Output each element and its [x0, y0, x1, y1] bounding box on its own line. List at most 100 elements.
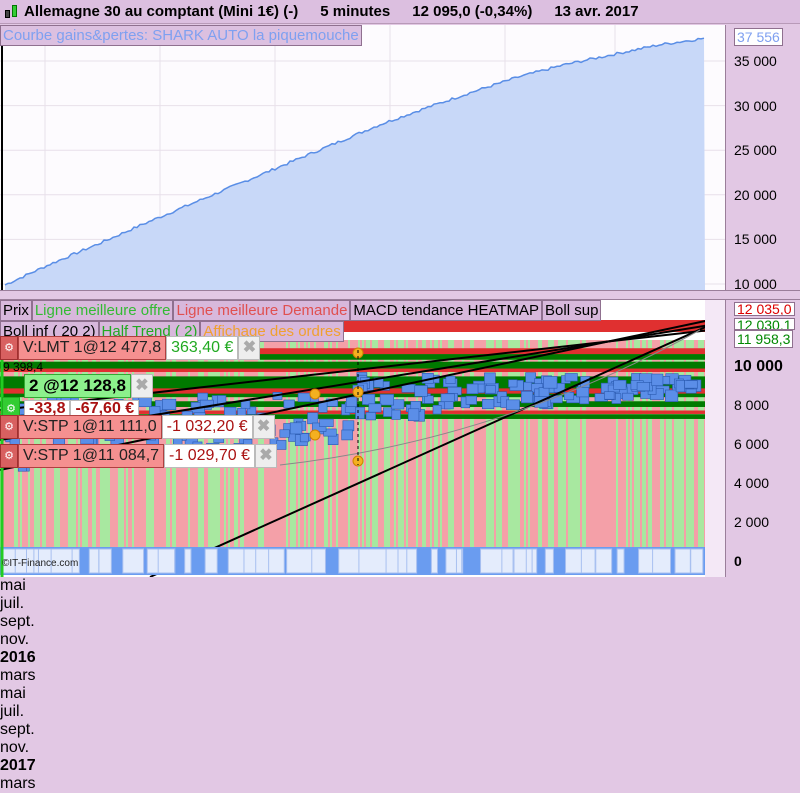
price-candle-box	[613, 379, 627, 390]
price-candle-box	[520, 390, 534, 404]
volume-label-box	[358, 548, 388, 574]
price-candle-box	[162, 398, 177, 411]
instrument-name: Allemagne 30 au comptant (Mini 1€) (-)	[24, 3, 299, 20]
price-candle-box	[197, 392, 208, 402]
volume-label-box	[311, 548, 326, 574]
last-price: 12 095,0 (-0,34%)	[412, 3, 533, 20]
gear-icon[interactable]: ⚙	[0, 444, 18, 468]
price-candle-box	[414, 385, 428, 397]
gear-icon[interactable]: ⚙	[0, 336, 18, 360]
volume-label-box	[525, 548, 533, 574]
price-candle-box	[684, 380, 698, 389]
right-margin	[705, 300, 725, 577]
order-row[interactable]: ⚙ V:STP 1@11 111,0 -1 032,20 € ✖	[0, 415, 275, 439]
price-candle-box	[299, 433, 309, 443]
volume-label-box	[268, 548, 285, 574]
price-candle-box	[445, 375, 456, 384]
price-candle-box	[345, 396, 358, 407]
close-icon[interactable]: ✖	[130, 374, 153, 398]
equity-chart	[0, 25, 725, 290]
volume-label-box	[157, 548, 176, 574]
price-candle-box	[440, 393, 455, 402]
volume-label-box	[184, 548, 192, 574]
indicator-legend-item[interactable]: Boll sup	[542, 300, 602, 321]
date-tick-label: juil.	[0, 595, 25, 612]
price-candle-box	[342, 420, 355, 432]
equity-y-axis[interactable]: 37 556 35 000 30 000 25 000 20 000 15 000 10 …	[725, 25, 800, 292]
bid-price-label: 12 030,1	[734, 318, 795, 330]
order-value: -1 029,70 €	[164, 444, 255, 468]
price-candle-box	[307, 412, 319, 425]
ask-price-label: 12 035,0	[734, 302, 795, 316]
indicator-legend-item[interactable]: MACD tendance HEATMAP	[350, 300, 543, 321]
date-tick-label: nov.	[0, 631, 30, 648]
price-candle-box	[508, 379, 518, 388]
y-tick-label: 20 000	[734, 186, 777, 203]
close-icon[interactable]: ✖	[238, 336, 261, 360]
close-icon[interactable]: ✖	[254, 444, 277, 468]
indicator-legend-item[interactable]: Prix	[0, 300, 32, 321]
order-row[interactable]: ⚙ V:STP 1@11 084,7 -1 029,70 € ✖	[0, 444, 277, 468]
price-candle-box	[485, 385, 496, 394]
close-icon[interactable]: ✖	[252, 415, 275, 439]
date-tick-label: juil.	[0, 703, 25, 720]
equity-indicator-label[interactable]: Courbe gains&pertes: SHARK AUTO la pique…	[0, 25, 362, 46]
price-candle-box	[465, 395, 477, 405]
date-axis[interactable]: mai juil. sept. nov. 2016 mars mai juil. sept. no…	[0, 577, 725, 792]
price-candle-box	[525, 372, 536, 383]
title-bar: Allemagne 30 au comptant (Mini 1€) (-) 5…	[0, 0, 800, 24]
volume-label-box	[690, 548, 704, 574]
indicator-legend-item[interactable]: Ligne meilleure Demande	[173, 300, 351, 321]
volume-label-box	[430, 548, 438, 574]
equity-current-value: 37 556	[734, 28, 783, 46]
price-candle-box	[283, 399, 295, 409]
volume-label-box	[616, 548, 625, 574]
order-row[interactable]: ⚙ V:LMT 1@12 477,8 363,40 € ✖	[0, 336, 261, 360]
price-candle-box	[297, 392, 312, 402]
price-candle-box	[466, 383, 479, 395]
gear-icon[interactable]: ⚙	[0, 415, 18, 439]
position-row[interactable]: 2 @12 128,8 ✖	[24, 374, 153, 398]
price-candle-box	[407, 408, 420, 422]
price-candle-box	[675, 380, 685, 393]
y-tick-label: 15 000	[734, 231, 777, 248]
price-y-axis[interactable]: 12 035,0 12 030,1 11 958,3 10 000 8 000 6 …	[725, 300, 800, 577]
price-candle-box	[622, 392, 634, 401]
volume-label-box	[513, 548, 538, 574]
order-name: V:STP 1@11 111,0	[18, 415, 162, 439]
indicator-legend-item[interactable]: Ligne meilleure offre	[31, 300, 174, 321]
price-panel[interactable]: Prix Ligne meilleure offre Ligne meilleure…	[0, 300, 725, 577]
price-candle-box	[604, 391, 615, 400]
date-tick-label: mai	[0, 577, 26, 594]
date: 13 avr. 2017	[554, 3, 639, 20]
date-tick-label: sept.	[0, 721, 35, 738]
price-candle-box	[362, 393, 376, 405]
order-value: 363,40 €	[166, 336, 239, 360]
volume-label-box	[580, 548, 596, 574]
order-value: -1 032,20 €	[161, 415, 253, 439]
y-tick-label: 4 000	[734, 475, 770, 491]
price-candle-box	[391, 409, 401, 420]
volume-label-box	[204, 548, 218, 574]
price-candle-box	[319, 418, 334, 427]
candlestick-icon	[4, 4, 18, 20]
order-marker	[309, 388, 321, 400]
equity-area	[5, 38, 705, 290]
price-candle-box	[279, 429, 290, 438]
price-candle-box	[289, 422, 303, 435]
position-label: 2 @12 128,8	[24, 374, 131, 398]
small-price-text: 9 398,4	[3, 360, 44, 374]
y-tick-label: 2 000	[734, 514, 770, 530]
order-name: V:STP 1@11 084,7	[18, 444, 165, 468]
volume-label-box	[595, 548, 613, 574]
timeframe: 5 minutes	[320, 3, 391, 20]
price-candle-box	[432, 405, 442, 415]
volume-label-box	[544, 548, 554, 574]
equity-curve-panel[interactable]: Courbe gains&pertes: SHARK AUTO la pique…	[0, 25, 725, 290]
panel-splitter[interactable]	[0, 290, 800, 300]
y-tick-label: 8 000	[734, 397, 770, 413]
price-candle-box	[579, 395, 590, 405]
price-candle-box	[276, 440, 287, 450]
date-tick-label: 2016	[0, 649, 36, 666]
price-candle-box	[506, 399, 520, 410]
